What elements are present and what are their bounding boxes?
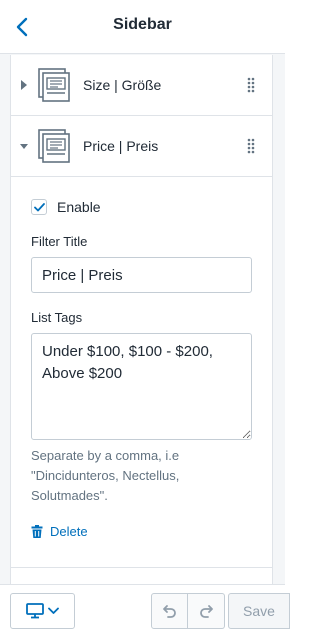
block-label-price: Price | Preis xyxy=(83,138,159,154)
sidebar-footer: Save xyxy=(0,584,290,639)
drag-handle-icon[interactable] xyxy=(247,138,255,154)
redo-icon xyxy=(200,605,213,618)
list-tags-label: List Tags xyxy=(31,310,83,325)
redo-button[interactable] xyxy=(188,593,225,629)
undo-redo-group xyxy=(151,593,225,629)
caret-right-icon[interactable] xyxy=(19,79,29,91)
chevron-down-icon xyxy=(48,607,59,614)
caret-down-icon[interactable] xyxy=(19,140,29,152)
block-row-next[interactable] xyxy=(11,567,272,584)
blocks-panel: Size | Größe Price | Preis Enable Filter… xyxy=(10,55,273,584)
block-label-size: Size | Größe xyxy=(83,77,162,93)
block-layout-icon xyxy=(38,129,70,163)
block-settings-price: Enable Filter Title List Tags Under $100… xyxy=(11,177,272,567)
undo-button[interactable] xyxy=(151,593,188,629)
sidebar-header: Sidebar xyxy=(0,0,285,54)
trash-icon xyxy=(31,525,43,538)
sidebar-scroll-area[interactable]: Size | Größe Price | Preis Enable Filter… xyxy=(0,55,285,584)
enable-checkbox[interactable]: Enable xyxy=(31,199,101,215)
filter-title-input[interactable] xyxy=(31,257,252,293)
theme-editor-sidebar: Sidebar Size | Größe Price | Preis Enabl… xyxy=(0,0,290,639)
page-title: Sidebar xyxy=(113,16,172,33)
delete-label: Delete xyxy=(50,524,88,539)
block-row-price[interactable]: Price | Preis xyxy=(11,116,272,177)
list-tags-textarea[interactable]: Under $100, $100 - $200, Above $200 xyxy=(31,333,252,440)
undo-icon xyxy=(162,605,176,618)
device-preview-button[interactable] xyxy=(10,593,75,629)
save-button[interactable]: Save xyxy=(228,593,290,629)
drag-handle-icon[interactable] xyxy=(247,77,255,93)
enable-label: Enable xyxy=(57,199,101,215)
help-text: Separate by a comma, i.e "Dincidunteros,… xyxy=(31,448,180,503)
scrollbar-track[interactable] xyxy=(278,55,285,584)
checkbox-box[interactable] xyxy=(31,199,47,215)
delete-button[interactable]: Delete xyxy=(31,524,88,539)
filter-title-label: Filter Title xyxy=(31,234,88,249)
checkmark-icon xyxy=(33,202,45,211)
desktop-icon xyxy=(26,603,44,619)
block-row-size[interactable]: Size | Größe xyxy=(11,55,272,116)
block-layout-icon xyxy=(38,68,70,102)
